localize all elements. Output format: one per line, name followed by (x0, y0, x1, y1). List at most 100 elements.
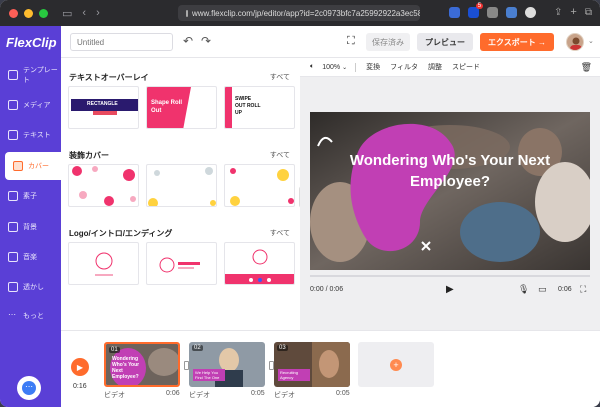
cover-thumb-logo-2[interactable] (146, 242, 217, 285)
sidebar-item-more[interactable]: ⋯ もっと (0, 302, 61, 330)
music-icon (8, 252, 18, 262)
fit-screen-icon[interactable]: ⛶ (347, 35, 355, 48)
sidebar-item-media[interactable]: メディア (0, 91, 61, 119)
extension-icons: 5 ⇪ + ⧉ (449, 2, 592, 18)
adjust-button[interactable]: 調整 (428, 62, 442, 72)
clip-caption: Wondering Who's Your Next Employee? (112, 356, 140, 380)
total-time: 0:06 (558, 286, 572, 293)
flexclip-logo[interactable]: FlexClip (6, 35, 57, 50)
media-icon (8, 100, 18, 110)
timeline: ▶ 0:16 01 Wondering Who's Your Next Empl… (61, 330, 600, 407)
plus-icon: + (390, 358, 402, 371)
chevron-down-icon[interactable]: ⌄ (588, 37, 594, 45)
section-title-logo-intro: Logo/イントロ/エンディング (69, 229, 173, 238)
ublock-extension-icon[interactable]: 5 (468, 2, 484, 18)
clip-number: 03 (277, 345, 288, 351)
forward-icon[interactable]: › (96, 7, 100, 19)
cover-thumb-rectangle[interactable]: RECTANGLE (68, 86, 139, 129)
clip-number: 02 (192, 345, 203, 351)
trash-icon[interactable]: 🗑︎ (581, 62, 592, 73)
clip-duration: 0:05 (251, 390, 265, 397)
chat-support-button[interactable]: ⋯ (17, 376, 41, 400)
elements-icon (8, 191, 18, 201)
add-scene-button[interactable]: + (358, 342, 434, 387)
sidebar-toggle-icon[interactable]: ▭ (62, 7, 72, 20)
preview-button[interactable]: プレビュー (417, 33, 473, 51)
project-title-input[interactable] (70, 33, 173, 51)
playback-progress-bar[interactable] (310, 275, 590, 277)
user-avatar[interactable] (566, 33, 584, 51)
app-header: FlexClip ↶ ↷ ⛶ 保存済み プレビュー エクスポート → ⌄ (0, 26, 600, 58)
sidebar-item-label: 背景 (23, 224, 37, 231)
sidebar-item-elements[interactable]: 素子 (0, 182, 61, 210)
chevron-down-icon[interactable]: ⌄ (342, 64, 347, 71)
text-icon (8, 130, 18, 140)
section-title-text-overlay: テキストオーバーレイ (69, 73, 149, 82)
back-icon[interactable]: ‹ (82, 7, 86, 19)
timeline-clip-2[interactable]: 02 We Help You Find The One (189, 342, 265, 387)
new-tab-icon[interactable]: + (570, 6, 576, 18)
clip-type-label: ビデオ (274, 392, 295, 399)
undo-icon[interactable]: ↶ (183, 34, 193, 48)
cover-thumb-shape-roll-out[interactable]: Shape Roll Out (146, 86, 217, 129)
watermark-icon (8, 282, 18, 292)
cover-thumb-dots-3[interactable] (224, 164, 295, 207)
sidebar-item-label: カバー (28, 163, 49, 170)
volume-icon[interactable]: 🔈︎ (310, 63, 314, 71)
timeline-total-time: 0:16 (73, 383, 87, 390)
sidebar-item-cover[interactable]: カバー (5, 152, 61, 180)
cover-thumb-swipe-out[interactable]: SWIPE OUT ROLL UP (224, 86, 295, 129)
translate-extension-icon[interactable] (506, 6, 518, 18)
maximize-window-button[interactable] (39, 8, 48, 18)
cover-thumb-dots-1[interactable] (68, 164, 139, 207)
sidebar-item-template[interactable]: テンプレート (0, 61, 61, 89)
close-window-button[interactable] (9, 8, 18, 18)
saved-button[interactable]: 保存済み (366, 33, 410, 51)
extension-icon[interactable] (525, 6, 537, 18)
timeline-clip-3[interactable]: 03 Recruiting Agency (274, 342, 350, 387)
cover-icon (13, 161, 23, 171)
cover-thumb-dots-2[interactable] (146, 164, 217, 207)
timeline-clip-1[interactable]: 01 Wondering Who's Your Next Employee? (104, 342, 180, 387)
editor-area: 🔈︎ 100% ⌄ 変換 フィルタ 調整 スピード 🗑︎ Wondering W… (300, 58, 600, 330)
tabs-overview-icon[interactable]: ⧉ (585, 7, 592, 18)
speed-button[interactable]: スピード (452, 62, 480, 72)
shield-extension-icon[interactable] (449, 6, 461, 18)
timeline-play-button[interactable]: ▶ (71, 358, 89, 376)
more-icon: ⋯ (8, 310, 16, 319)
minimize-window-button[interactable] (24, 8, 33, 18)
volume-level[interactable]: 100% (322, 64, 340, 71)
clip-caption: Recruiting Agency (278, 369, 310, 381)
canvas-title-text[interactable]: Wondering Who's Your Next Employee? (310, 150, 590, 192)
address-bar[interactable]: www.flexclip.com/jp/editor/app?id=2c0973… (178, 5, 420, 21)
clip-caption: We Help You Find The One (193, 369, 225, 381)
sidebar-item-watermark[interactable]: 透かし (0, 273, 61, 301)
microphone-icon[interactable]: 🎙︎ (518, 284, 529, 295)
transform-button[interactable]: 変換 (366, 62, 380, 72)
video-canvas[interactable]: Wondering Who's Your Next Employee? (310, 112, 590, 270)
see-all-logo-link[interactable]: すべて (270, 228, 290, 238)
cover-thumb-logo-3[interactable] (224, 242, 295, 285)
filter-button[interactable]: フィルタ (390, 62, 418, 72)
aspect-ratio-icon[interactable]: ▭ (538, 284, 547, 295)
sidebar-item-music[interactable]: 音楽 (0, 243, 61, 271)
app-window: ▭ ‹ › www.flexclip.com/jp/editor/app?id=… (0, 0, 600, 407)
cover-thumb-logo-1[interactable] (68, 242, 139, 285)
sidebar-item-text[interactable]: テキスト (0, 121, 61, 149)
see-all-text-overlay-link[interactable]: すべて (270, 72, 290, 82)
sidebar-item-background[interactable]: 背景 (0, 213, 61, 241)
toolbar-divider (355, 62, 357, 72)
redo-icon[interactable]: ↷ (201, 34, 211, 48)
see-all-decorative-link[interactable]: すべて (270, 150, 290, 160)
clip-toolbar: 🔈︎ 100% ⌄ 変換 フィルタ 調整 スピード 🗑︎ (300, 58, 600, 77)
fullscreen-icon[interactable]: ⛶ (580, 284, 586, 295)
logo-area: FlexClip (0, 26, 61, 58)
play-icon[interactable]: ▶ (446, 284, 454, 295)
export-button[interactable]: エクスポート → (480, 33, 554, 51)
sidebar-item-label: 透かし (23, 284, 44, 291)
url-text: www.flexclip.com/jp/editor/app?id=2c0973… (192, 8, 420, 18)
share-icon[interactable]: ⇪ (554, 7, 562, 18)
sidebar-item-label: 素子 (23, 193, 37, 200)
privacy-extension-icon[interactable] (487, 6, 499, 18)
sidebar-item-label: メディア (23, 102, 51, 109)
